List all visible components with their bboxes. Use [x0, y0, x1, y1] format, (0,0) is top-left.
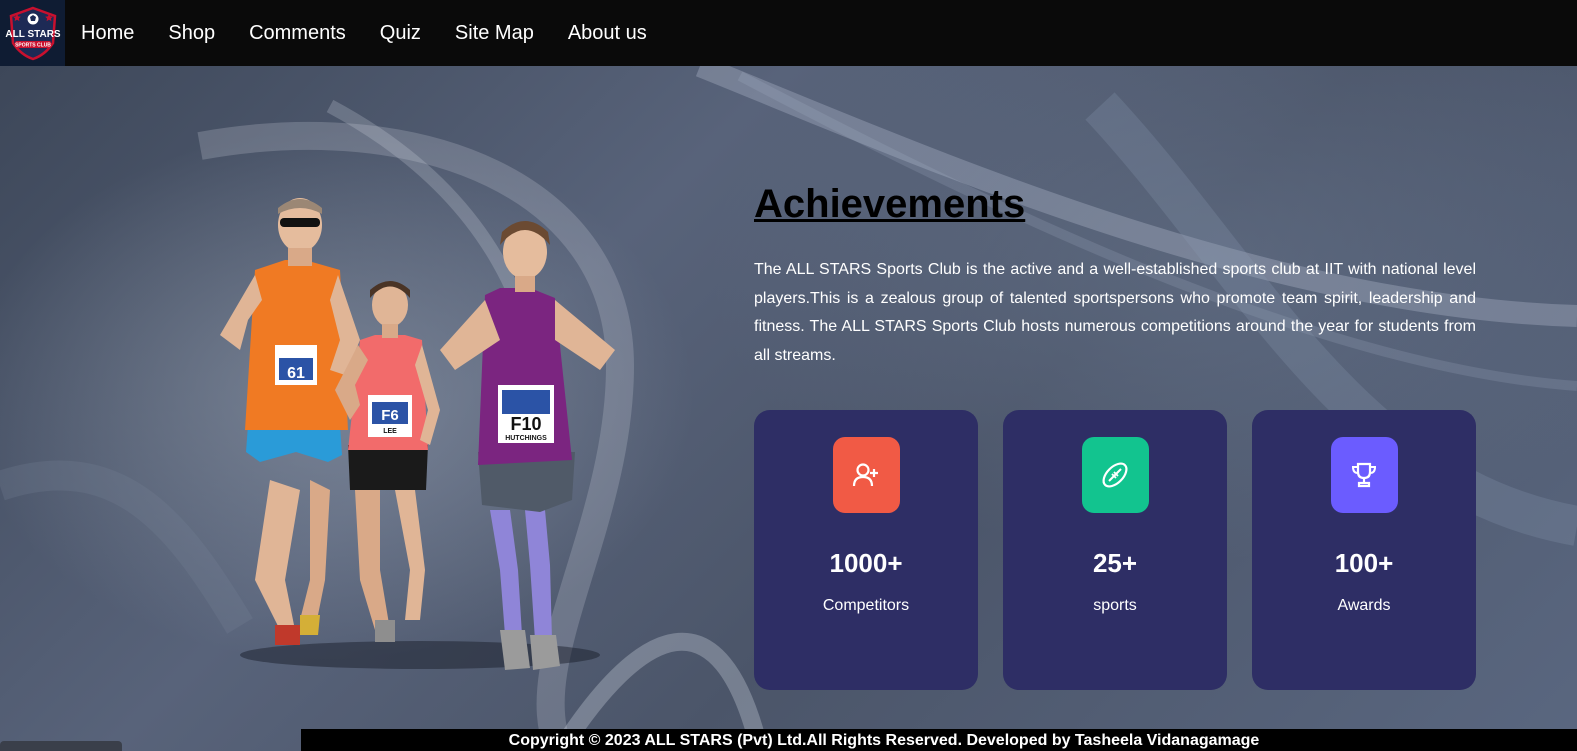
- all-stars-crest-icon: ALL STARS SPORTS CLUB: [5, 6, 61, 61]
- stat-value: 25+: [1092, 548, 1138, 578]
- runners-illustration: 61 F6 LEE F10 HUTCHINGS: [220, 198, 615, 670]
- corner-tab: [0, 741, 122, 751]
- nav-shop-link[interactable]: Shop: [168, 22, 215, 45]
- club-logo[interactable]: ALL STARS SPORTS CLUB: [0, 0, 65, 66]
- footer: Copyright © 2023 ALL STARS (Pvt) Ltd.All…: [301, 729, 1577, 751]
- achievements-description: The ALL STARS Sports Club is the active …: [754, 261, 1476, 364]
- nav-home-link[interactable]: Home: [81, 22, 134, 45]
- stat-label: Competitors: [822, 597, 910, 614]
- nav-quiz-link[interactable]: Quiz: [380, 22, 421, 45]
- bib-right-name: HUTCHINGS: [505, 435, 547, 442]
- logo-text-bottom: SPORTS CLUB: [15, 43, 51, 49]
- logo-text-top: ALL STARS: [5, 29, 61, 40]
- copyright-text: Copyright © 2023 ALL STARS (Pvt) Ltd.All…: [508, 732, 1260, 749]
- nav-sitemap-link[interactable]: Site Map: [455, 22, 534, 45]
- runner-woman-right: F10 HUTCHINGS: [440, 221, 615, 670]
- achievements-title: Achievements: [754, 182, 1026, 226]
- nav-aboutus-link[interactable]: About us: [568, 22, 647, 45]
- runner-man: 61: [220, 198, 360, 645]
- football-icon: [1081, 437, 1149, 513]
- add-user-icon: [832, 437, 900, 513]
- stat-label: sports: [1093, 597, 1137, 614]
- bib-left: 61: [287, 365, 305, 382]
- trophy-icon: [1330, 437, 1398, 513]
- stat-value: 1000+: [829, 548, 903, 578]
- stat-value: 100+: [1334, 548, 1394, 578]
- stat-card-competitors: 1000+ Competitors: [754, 410, 978, 690]
- nav-links: Home Shop Comments Quiz Site Map About u…: [81, 22, 681, 45]
- bib-right: F10: [510, 414, 541, 434]
- stat-label: Awards: [1337, 597, 1391, 614]
- bib-middle: F6: [381, 407, 399, 424]
- stats-row: 1000+ Competitors 25+ sports 100+ Awards: [754, 410, 1476, 690]
- bib-middle-name: LEE: [383, 428, 397, 435]
- navbar: ALL STARS SPORTS CLUB Home Shop Comments…: [0, 0, 1577, 66]
- stat-card-sports: 25+ sports: [1003, 410, 1227, 690]
- nav-comments-link[interactable]: Comments: [249, 22, 346, 45]
- stat-card-awards: 100+ Awards: [1252, 410, 1476, 690]
